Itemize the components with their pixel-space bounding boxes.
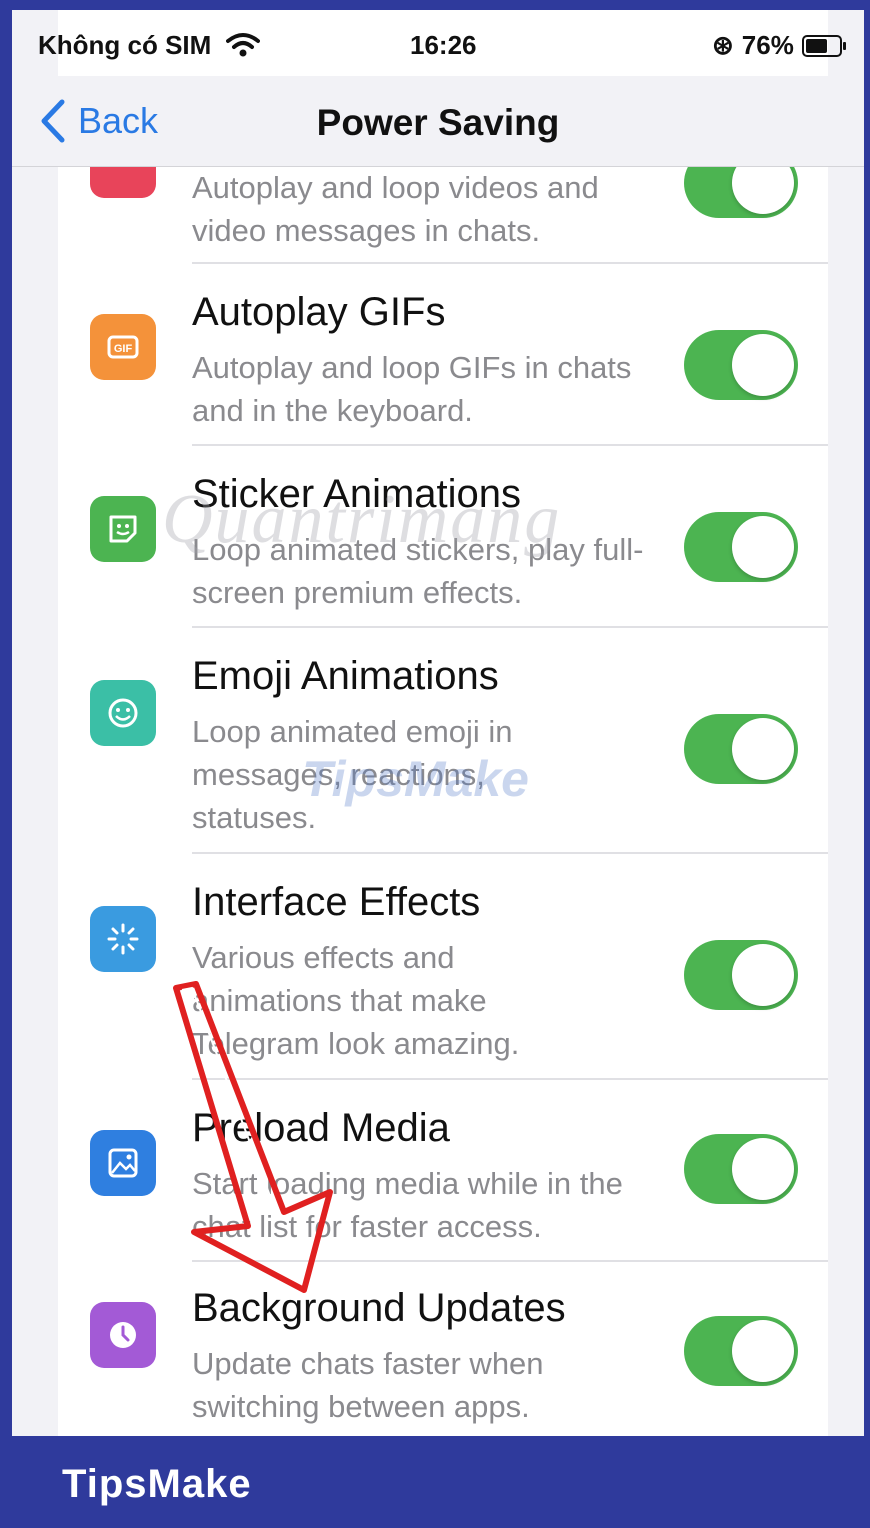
clock-icon [90, 1302, 156, 1368]
battery-icon [801, 34, 846, 57]
brand-logo: TipsMake [62, 1462, 252, 1506]
row-title: Emoji Animations [192, 654, 499, 698]
watermark-tipsmake: TipsMake [302, 751, 529, 807]
orientation-lock-icon: ⊛ [712, 30, 734, 60]
toggle-sticker-animations[interactable] [684, 512, 798, 582]
toggle-preload-media[interactable] [684, 1134, 798, 1204]
svg-text:GIF: GIF [114, 343, 133, 355]
status-bar: Không có SIM 16:26 ⊛ 76% [12, 10, 864, 76]
row-title: Autoplay GIFs [192, 290, 446, 334]
watermark-quantrimang: Quantrimang [162, 481, 562, 558]
clock-time: 16:26 [410, 30, 477, 60]
footer-banner: TipsMake [0, 1436, 870, 1528]
row-autoplay-gifs[interactable]: GIF Autoplay GIFs Autoplay and loop GIFs… [58, 264, 828, 444]
row-desc: Update chats faster when switching betwe… [192, 1346, 544, 1424]
gif-icon: GIF [90, 314, 156, 380]
carrier-label: Không có SIM [38, 30, 212, 60]
sticker-icon [90, 496, 156, 562]
row-desc: Autoplay and loop GIFs in chats and in t… [192, 350, 632, 428]
toggle-emoji-animations[interactable] [684, 714, 798, 784]
red-arrow-annotation [173, 981, 333, 1293]
wifi-icon [226, 33, 260, 57]
row-title: Interface Effects [192, 880, 481, 924]
row-emoji-animations[interactable]: Emoji Animations Loop animated emoji in … [58, 628, 828, 852]
page-title: Power Saving [316, 102, 560, 143]
row-desc: Autoplay and loop videos and video messa… [192, 170, 599, 248]
sparkle-icon [90, 906, 156, 972]
navigation-bar: Back Power Saving [12, 76, 864, 167]
row-autoplay-videos[interactable]: Autoplay and loop videos and video messa… [58, 132, 828, 268]
image-icon [90, 1130, 156, 1196]
toggle-interface-effects[interactable] [684, 940, 798, 1010]
emoji-icon [90, 680, 156, 746]
phone-screen: Autoplay and loop videos and video messa… [12, 10, 864, 1436]
battery-percent: 76% [741, 30, 794, 60]
toggle-autoplay-gifs[interactable] [684, 330, 798, 400]
toggle-background-updates[interactable] [684, 1316, 798, 1386]
